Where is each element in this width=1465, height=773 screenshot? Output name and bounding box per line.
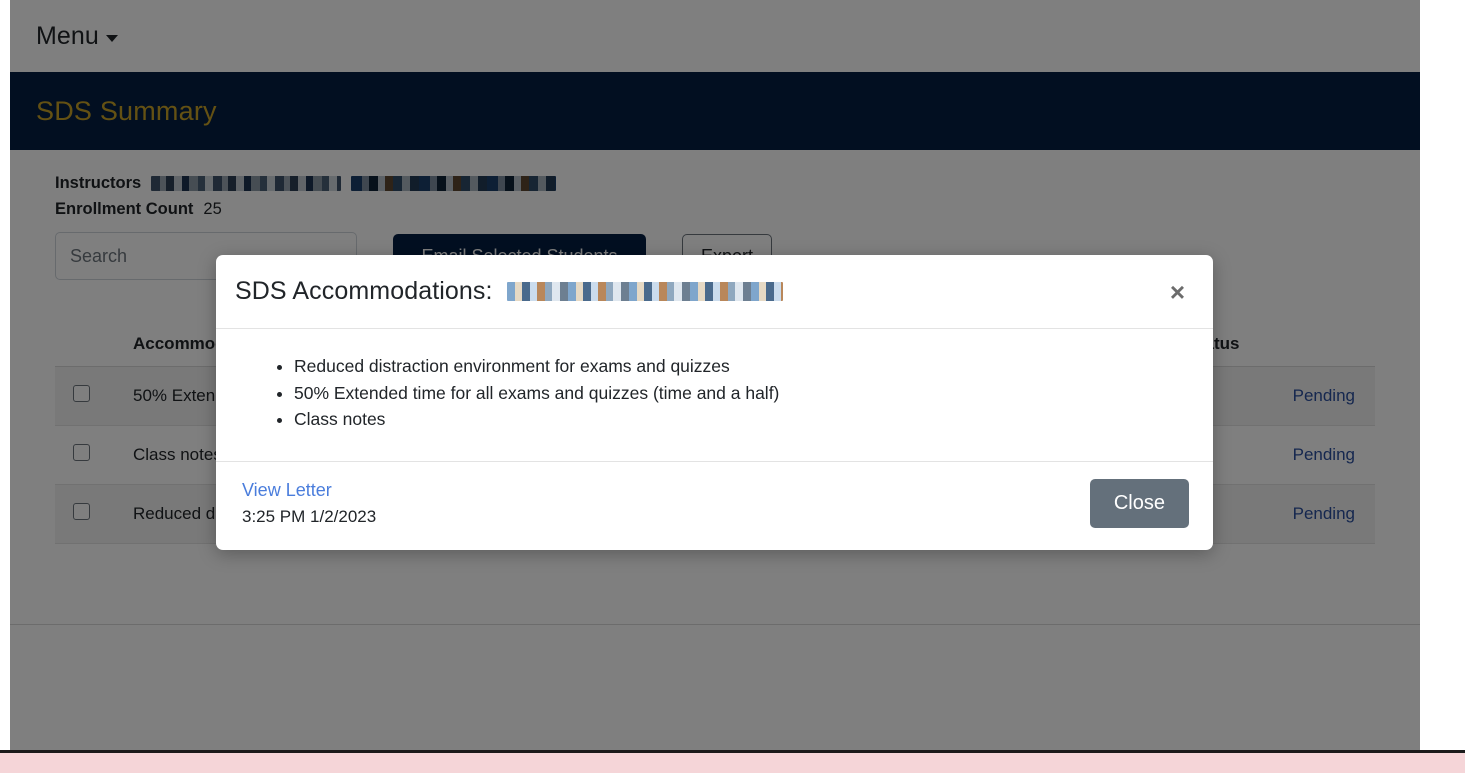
alert-strip xyxy=(0,753,1465,773)
letter-info: View Letter 3:25 PM 1/2/2023 xyxy=(242,480,376,527)
close-icon[interactable]: × xyxy=(1168,279,1187,305)
list-item: Class notes xyxy=(294,406,1187,433)
modal-title: SDS Accommodations: xyxy=(235,277,783,306)
letter-timestamp: 3:25 PM 1/2/2023 xyxy=(242,507,377,526)
close-button[interactable]: Close xyxy=(1089,479,1189,528)
page-root: Menu SDS Summary Instructors Enrollment … xyxy=(0,0,1465,773)
list-item: 50% Extended time for all exams and quiz… xyxy=(294,380,1187,407)
modal-title-text: SDS Accommodations: xyxy=(235,277,493,305)
modal-header: SDS Accommodations: × xyxy=(216,255,1213,329)
modal-footer: View Letter 3:25 PM 1/2/2023 Close xyxy=(216,461,1213,550)
list-item: Reduced distraction environment for exam… xyxy=(294,353,1187,380)
view-letter-link[interactable]: View Letter xyxy=(242,480,376,501)
student-name-redacted xyxy=(506,282,783,301)
modal-body: Reduced distraction environment for exam… xyxy=(216,329,1213,461)
accommodations-list: Reduced distraction environment for exam… xyxy=(242,353,1187,433)
sds-accommodations-modal: SDS Accommodations: × Reduced distractio… xyxy=(216,255,1213,550)
